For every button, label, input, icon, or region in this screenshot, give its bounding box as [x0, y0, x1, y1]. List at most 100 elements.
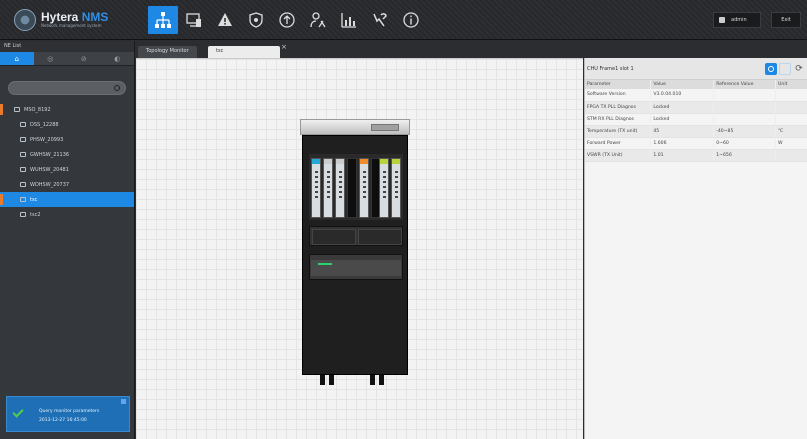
app-logo: Hytera NMS Network management system: [14, 8, 134, 32]
tree-item-label: DSS_12288: [30, 121, 59, 128]
card-slot-5[interactable]: [359, 158, 369, 218]
tree-item-label: tsc: [30, 196, 38, 203]
param-name: VSWR (TX Unit): [585, 149, 652, 162]
tree-item-dss[interactable]: DSS_12288: [0, 117, 134, 132]
param-unit: W: [775, 137, 807, 150]
param-unit: ℃: [775, 125, 807, 138]
card-shelf: [309, 154, 403, 220]
tree-item-label: MSO_8192: [24, 106, 51, 113]
ne-node-icon: [20, 137, 26, 142]
equipment-rack[interactable]: [300, 119, 410, 387]
tree-item-tsc[interactable]: tsc: [0, 192, 134, 207]
card-slot-7[interactable]: [379, 158, 389, 218]
alarm-icon[interactable]: [210, 6, 240, 34]
column-header[interactable]: Unit: [775, 80, 807, 89]
tab-tsc[interactable]: tsc: [208, 46, 280, 58]
tab-topology-monitor[interactable]: Topology Monitor: [138, 46, 197, 58]
parameter-panel: CHU Frame1 slot 1 ⟳ Parameter Value Refe…: [584, 58, 807, 439]
param-name: STM RX PLL Diagnos: [585, 113, 652, 126]
table-row[interactable]: STM RX PLL Diagnos Locked: [585, 113, 807, 126]
notification-toast: Query monitor parameters 2013-12-27 16:4…: [6, 396, 130, 432]
notification-title: Query monitor parameters: [39, 409, 100, 414]
ne-node-icon: [20, 152, 26, 157]
statistics-icon[interactable]: [334, 6, 364, 34]
ne-node-icon: [14, 107, 20, 112]
info-icon[interactable]: [396, 6, 426, 34]
close-icon[interactable]: [121, 399, 126, 404]
tree-item-gwhsw[interactable]: GWHSW_21136: [0, 147, 134, 162]
exit-button[interactable]: Exit: [771, 12, 801, 28]
rack-foot: [320, 375, 340, 385]
empty-slot: [347, 158, 357, 218]
parameter-table: Parameter Value Reference Value Unit Sof…: [585, 80, 807, 162]
export-icon[interactable]: [779, 63, 791, 75]
card-slot-3[interactable]: [335, 158, 345, 218]
param-name: FPGA TX PLL Diagnos: [585, 101, 652, 114]
tree-item-phsw[interactable]: PHSW_20993: [0, 132, 134, 147]
user-name: admin: [731, 17, 747, 23]
slot-title: CHU Frame1 slot 1: [587, 66, 634, 72]
panel-title: NE List: [0, 41, 134, 52]
param-reference: [713, 101, 777, 114]
refresh-icon[interactable]: ⟳: [793, 63, 805, 75]
tree-item-mso[interactable]: MSO_8192: [0, 102, 134, 117]
param-name: Forward Power: [585, 137, 652, 150]
table-row[interactable]: Software Version V3.0.04.010: [585, 89, 807, 102]
card-slot-2[interactable]: [323, 158, 333, 218]
column-header[interactable]: Reference Value: [713, 80, 777, 89]
table-row[interactable]: FPGA TX PLL Diagnos Locked: [585, 101, 807, 114]
brand-name: Hytera: [41, 10, 79, 24]
upload-icon[interactable]: [272, 6, 302, 34]
param-value: Locked: [650, 113, 715, 126]
table-row[interactable]: VSWR (TX Unit) 1.01 1~656: [585, 149, 807, 162]
close-icon[interactable]: ×: [281, 43, 287, 51]
param-reference: [713, 113, 777, 126]
tab-target[interactable]: ◎: [34, 52, 68, 65]
power-unit[interactable]: [309, 226, 403, 246]
user-icon: [719, 17, 725, 23]
tx-unit[interactable]: [309, 254, 403, 280]
tree-item-wdhsw[interactable]: WDHSW_20737: [0, 177, 134, 192]
user-config-icon[interactable]: [303, 6, 333, 34]
topology-icon[interactable]: [148, 6, 178, 34]
column-header[interactable]: Parameter: [585, 80, 652, 89]
status-led: [318, 263, 332, 265]
ne-node-icon: [20, 167, 26, 172]
tree-item-label: GWHSW_21136: [30, 151, 70, 158]
search-icon[interactable]: [114, 85, 120, 91]
user-menu[interactable]: admin: [713, 12, 761, 28]
table-row[interactable]: Temperature (TX unit) 45 -40~85 ℃: [585, 125, 807, 138]
security-icon[interactable]: [241, 6, 271, 34]
card-slot-8[interactable]: [391, 158, 401, 218]
ne-node-icon: [20, 122, 26, 127]
topology-canvas[interactable]: [136, 58, 583, 439]
tab-status[interactable]: ◐: [101, 52, 135, 65]
tab-home[interactable]: ⌂: [0, 52, 34, 65]
param-value: V3.0.04.010: [650, 89, 715, 102]
card-slot-1[interactable]: [311, 158, 321, 218]
selection-marker: [0, 194, 3, 205]
param-unit: [775, 113, 807, 126]
settings-icon[interactable]: [765, 63, 777, 75]
tools-icon[interactable]: [365, 6, 395, 34]
param-value: Locked: [650, 101, 715, 114]
tree-item-label: PHSW_20993: [30, 136, 64, 143]
column-header[interactable]: Value: [650, 80, 715, 89]
top-bar: Hytera NMS Network management system adm…: [0, 0, 807, 40]
rack-top-panel: [300, 119, 410, 135]
tree-item-wuhsw[interactable]: WUHSW_20481: [0, 162, 134, 177]
brand-accent: NMS: [81, 10, 109, 24]
ne-node-icon: [20, 197, 26, 202]
param-value: 45: [650, 125, 715, 138]
brand-subtitle: Network management system: [41, 23, 102, 28]
tree-item-tsc2[interactable]: tsc2: [0, 207, 134, 222]
table-row[interactable]: Forward Power 1.606 0~60 W: [585, 137, 807, 150]
tab-block[interactable]: ⊘: [67, 52, 101, 65]
rack-foot: [370, 375, 390, 385]
monitor-icon[interactable]: [179, 6, 209, 34]
main-toolbar: [148, 6, 427, 34]
ne-search-input[interactable]: [8, 81, 126, 95]
param-unit: [775, 89, 807, 102]
param-name: Software Version: [585, 89, 652, 102]
hytera-logo-icon: [14, 9, 36, 31]
